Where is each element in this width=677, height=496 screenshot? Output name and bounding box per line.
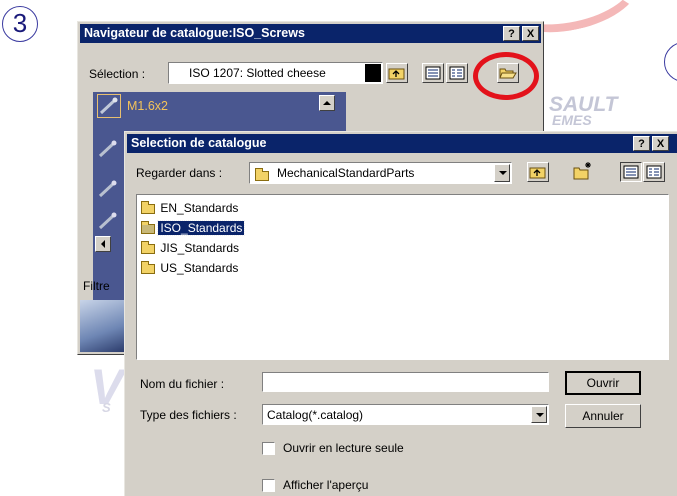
scroll-up-button[interactable] — [319, 95, 335, 111]
catalog-selection-dialog: Selection de catalogue ? X Regarder dans… — [124, 131, 677, 496]
readonly-checkbox[interactable] — [262, 442, 275, 455]
folder-name: EN_Standards — [160, 201, 239, 215]
cancel-button-label: Annuler — [582, 409, 624, 423]
new-folder-icon — [573, 162, 591, 180]
folder-up-icon — [388, 68, 405, 80]
list-item[interactable]: US_Standards — [141, 259, 240, 277]
new-folder-button[interactable] — [572, 160, 594, 180]
watermark-text-2: EMES — [552, 112, 592, 128]
filename-input[interactable] — [262, 372, 549, 392]
filter-label: Filtre — [83, 279, 110, 293]
folder-name: US_Standards — [160, 261, 239, 275]
help-button[interactable]: ? — [503, 26, 520, 41]
dialog-close-button[interactable]: X — [652, 136, 669, 151]
screw-thumb-3 — [97, 178, 119, 203]
list-view-button[interactable] — [620, 162, 642, 182]
readonly-checkbox-label[interactable]: Ouvrir en lecture seule — [283, 441, 404, 455]
look-in-label-text: Regarder dans : — [136, 166, 223, 180]
catalog-browser-title: Navigateur de catalogue:ISO_Screws — [84, 26, 305, 40]
list-item-label[interactable]: M1.6x2 — [127, 99, 168, 113]
catalog-browser-titlebar: Navigateur de catalogue:ISO_Screws ? X — [80, 24, 541, 43]
folder-icon — [141, 200, 155, 214]
list-view-icon — [623, 165, 639, 179]
look-in-combo[interactable]: MechanicalStandardParts — [249, 162, 512, 184]
folder-name: JIS_Standards — [160, 241, 240, 255]
parent-folder-button[interactable] — [386, 63, 408, 83]
watermark-small: S — [102, 400, 111, 415]
selection-combo[interactable]: ISO 1207: Slotted cheese — [168, 62, 383, 84]
dialog-title: Selection de catalogue — [131, 136, 267, 150]
selection-label: Sélection : — [89, 67, 146, 81]
up-one-level-button[interactable] — [527, 162, 549, 182]
step-number-badge: 3 — [2, 6, 38, 42]
look-in-label: Regarder dans : — [136, 166, 222, 180]
scroll-left-button[interactable] — [95, 236, 111, 252]
step-circle-partial — [664, 42, 677, 82]
folder-icon — [255, 167, 269, 182]
open-button[interactable]: Ouvrir — [565, 371, 641, 395]
dialog-help-button[interactable]: ? — [633, 136, 650, 151]
preview-checkbox-label[interactable]: Afficher l'aperçu — [283, 478, 368, 492]
list-item[interactable]: JIS_Standards — [141, 239, 241, 257]
view-details-button[interactable] — [446, 63, 468, 83]
screw-thumb-4 — [97, 210, 119, 235]
cancel-button[interactable]: Annuler — [565, 404, 641, 428]
folder-icon — [141, 240, 155, 254]
highlight-ring — [473, 52, 539, 100]
filetype-label: Type des fichiers : — [140, 408, 237, 422]
chevron-down-icon[interactable] — [365, 64, 381, 82]
list-item[interactable]: ISO_Standards — [141, 219, 246, 237]
open-button-label: Ouvrir — [586, 376, 620, 390]
folder-list[interactable]: EN_Standards ISO_Standards JIS_Standards… — [136, 194, 669, 360]
close-button[interactable]: X — [522, 26, 539, 41]
screw-thumb-2 — [97, 138, 119, 163]
dialog-titlebar: Selection de catalogue ? X — [127, 134, 677, 153]
list-view-icon — [425, 66, 441, 80]
list-item[interactable]: EN_Standards — [141, 199, 240, 217]
folder-icon — [141, 260, 155, 274]
screw-icon — [99, 97, 118, 115]
preview-checkbox[interactable] — [262, 479, 275, 492]
filetype-value: Catalog(*.catalog) — [267, 408, 364, 422]
filetype-combo[interactable]: Catalog(*.catalog) — [262, 404, 549, 425]
folder-icon — [141, 220, 155, 234]
chevron-down-icon[interactable] — [531, 406, 547, 423]
folder-name: ISO_Standards — [157, 220, 246, 236]
folder-up-icon — [529, 167, 546, 179]
details-view-icon — [449, 66, 465, 80]
arrow-up-icon — [323, 101, 331, 105]
list-item[interactable] — [97, 94, 121, 118]
preview-thumbnail — [80, 300, 126, 352]
chevron-down-icon[interactable] — [494, 164, 510, 182]
filename-label: Nom du fichier : — [140, 377, 225, 391]
selection-combo-value: ISO 1207: Slotted cheese — [189, 66, 326, 80]
details-view-button[interactable] — [643, 162, 665, 182]
view-list-button[interactable] — [422, 63, 444, 83]
look-in-value: MechanicalStandardParts — [277, 166, 415, 180]
details-view-icon — [646, 165, 662, 179]
arrow-left-icon — [101, 240, 105, 248]
